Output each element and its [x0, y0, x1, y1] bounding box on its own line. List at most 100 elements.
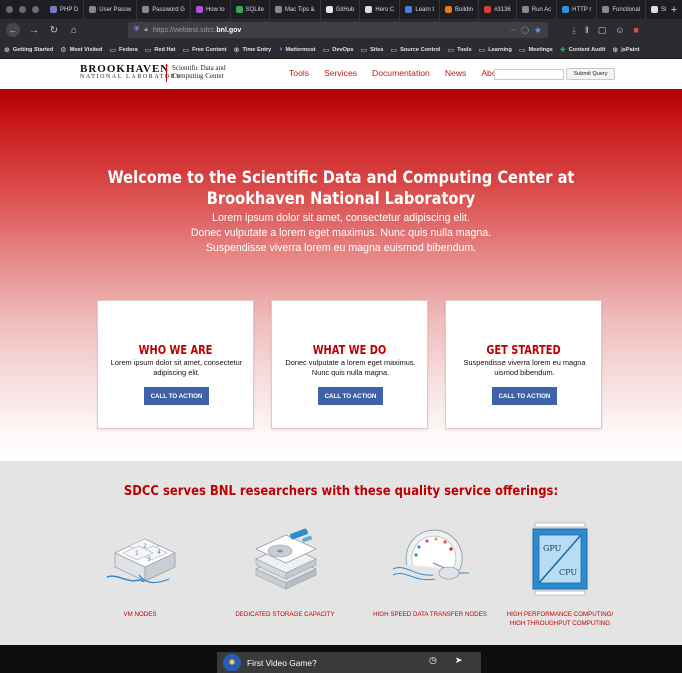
- browser-tab[interactable]: GitHub: [321, 0, 361, 19]
- browser-tab[interactable]: Password G: [137, 0, 191, 19]
- url-bar[interactable]: ⛨ 🔒︎ https://webtest.sdcc.bnl.gov ⋯ ◯ ★: [128, 22, 548, 38]
- bookmark-label: Free Content: [192, 46, 227, 53]
- bookmark-label: Fedora: [119, 46, 138, 53]
- channel-avatar[interactable]: [223, 653, 241, 672]
- new-tab-button[interactable]: +: [666, 4, 682, 16]
- tab-label: Learn t: [415, 6, 435, 13]
- bookmark-star-icon[interactable]: ★: [534, 25, 542, 36]
- favicon-icon: [445, 6, 453, 13]
- toolbar-icons: ⤓ ‖ ▢ ☺ ■: [572, 25, 639, 36]
- back-button[interactable]: ←: [6, 23, 20, 37]
- service-vm-nodes[interactable]: 2 4 1 3 VM NODES: [65, 519, 215, 618]
- service-high-speed-data-transfer[interactable]: HIGH SPEED DATA TRANSFER NODES: [355, 519, 505, 618]
- library-icon[interactable]: ‖: [585, 25, 589, 36]
- lock-icon: 🔒︎: [144, 26, 148, 33]
- video-player[interactable]: First Video Game? ◷ ➤: [217, 652, 481, 673]
- bookmark-item[interactable]: ▭ Red Hat: [145, 46, 176, 54]
- browser-tab[interactable]: Functional: [597, 0, 647, 19]
- pocket-icon[interactable]: ◯: [521, 26, 529, 34]
- svg-text:1: 1: [135, 550, 139, 557]
- bookmark-item[interactable]: ▭ Sites: [360, 46, 383, 54]
- bookmark-item[interactable]: ▭ Learning: [479, 46, 512, 54]
- bookmark-item[interactable]: ⊕ jsPaint: [612, 46, 639, 54]
- bookmark-item[interactable]: ⊕ Getting Started: [4, 46, 53, 54]
- maximize-window-button[interactable]: [32, 6, 39, 13]
- tab-label: Mac Tips &: [284, 6, 315, 13]
- tab-label: #3136: [494, 6, 511, 13]
- browser-tab[interactable]: HTTP r: [557, 0, 598, 19]
- browser-tab[interactable]: How to: [191, 0, 231, 19]
- reload-button[interactable]: ↻: [48, 25, 60, 36]
- url-prefix: https://webtest.sdcc.: [152, 26, 217, 34]
- services-title: SDCC serves BNL researchers with these q…: [123, 483, 559, 499]
- browser-tab[interactable]: Hero C: [360, 0, 401, 19]
- url-host: bnl.gov: [216, 26, 242, 34]
- search-input[interactable]: [494, 69, 564, 80]
- forward-arrow-icon: →: [29, 24, 39, 36]
- shield-icon: ⛨: [134, 26, 140, 33]
- bookmark-label: Most Visited: [69, 46, 103, 53]
- hero-title-line1: Welcome to the Scientific Data and Compu…: [107, 168, 575, 188]
- bookmark-item[interactable]: ◑ Mattermost: [278, 46, 315, 53]
- bookmark-item[interactable]: ✚ Content Audit: [560, 46, 606, 54]
- bookmark-item[interactable]: ▭ Fedora: [109, 46, 137, 54]
- favicon-icon: [562, 6, 570, 13]
- sidebar-icon[interactable]: ▢: [598, 25, 607, 36]
- favicon-icon: [89, 6, 97, 13]
- browser-tab[interactable]: #3136: [479, 0, 517, 19]
- favicon-icon: [195, 6, 203, 13]
- menu-item-tools[interactable]: Tools: [289, 68, 309, 78]
- folder-icon: ▭: [478, 46, 486, 54]
- video-title[interactable]: First Video Game?: [247, 658, 317, 668]
- home-button[interactable]: ⌂: [68, 25, 80, 36]
- tab-label: Buildin: [455, 6, 474, 13]
- favicon-icon: [274, 6, 282, 13]
- extension-icon[interactable]: ■: [633, 25, 638, 36]
- menu-item-services[interactable]: Services: [324, 68, 357, 78]
- account-icon[interactable]: ☺: [615, 25, 624, 36]
- close-window-button[interactable]: [6, 6, 13, 13]
- browser-tab[interactable]: Learn t: [400, 0, 441, 19]
- site-logo[interactable]: BROOKHAVEN NATIONAL LABORATORY Scientifi…: [80, 62, 250, 86]
- menu-item-documentation[interactable]: Documentation: [372, 68, 430, 78]
- browser-tab[interactable]: SQLite: [231, 0, 270, 19]
- browser-toolbar: ← → ↻ ⌂ ⛨ 🔒︎ https://webtest.sdcc.bnl.go…: [0, 19, 682, 41]
- bookmark-item[interactable]: ▭ Free Content: [182, 46, 226, 54]
- page-actions-button[interactable]: ⋯: [509, 26, 516, 34]
- share-icon[interactable]: ➤: [455, 655, 463, 666]
- service-dedicated-storage[interactable]: DEDICATED STORAGE CAPACITY: [210, 519, 360, 618]
- browser-tab[interactable]: SDCC: [646, 0, 666, 19]
- call-to-action-button[interactable]: CALL TO ACTION: [318, 387, 383, 405]
- browser-tab[interactable]: Buildin: [440, 0, 480, 19]
- bookmark-item[interactable]: ⊕ Time Entry: [234, 46, 272, 54]
- call-to-action-button[interactable]: CALL TO ACTION: [144, 387, 209, 405]
- bookmark-item[interactable]: ▭ Source Control: [390, 46, 440, 54]
- browser-tab[interactable]: Mac Tips &: [270, 0, 321, 19]
- storage-icon: [255, 528, 317, 590]
- hero-title: Welcome to the Scientific Data and Compu…: [48, 168, 635, 210]
- tab-label: HTTP r: [572, 6, 592, 13]
- bookmark-item[interactable]: ▭ Meetings: [519, 46, 553, 54]
- download-icon[interactable]: ⤓: [572, 25, 576, 36]
- bookmark-item[interactable]: ▭ Tools: [447, 46, 471, 54]
- favicon-icon: [50, 6, 57, 13]
- minimize-window-button[interactable]: [19, 6, 26, 13]
- bookmark-item[interactable]: ▭ DevOps: [323, 46, 354, 54]
- call-to-action-button[interactable]: CALL TO ACTION: [492, 387, 557, 405]
- menu-item-news[interactable]: News: [445, 68, 467, 78]
- browser-tab[interactable]: User Passw: [84, 0, 138, 19]
- video-section: First Video Game? ◷ ➤: [0, 645, 682, 673]
- service-label-line1: HIGH PERFORMANCE COMPUTING/: [506, 611, 614, 618]
- submit-query-button[interactable]: Submit Query: [566, 68, 615, 80]
- hero-subtitle: Lorem ipsum dolor sit amet, consectetur …: [0, 211, 682, 256]
- service-hpc-htc[interactable]: GPU CPU HIGH PERFORMANCE COMPUTING/HIGH …: [485, 519, 635, 627]
- bookmark-item[interactable]: ⚙ Most Visited: [60, 46, 102, 54]
- browser-tab[interactable]: Run Ac: [517, 0, 558, 19]
- browser-tab[interactable]: PHP D: [45, 0, 85, 19]
- gear-icon: ⚙: [60, 46, 67, 54]
- logo-tagline: Scientific Data and Computing Center: [172, 64, 252, 80]
- bookmark-label: Red Hat: [154, 46, 176, 53]
- watch-later-icon[interactable]: ◷: [429, 655, 437, 666]
- forward-button[interactable]: →: [28, 25, 40, 36]
- tab-label: PHP D: [60, 6, 79, 13]
